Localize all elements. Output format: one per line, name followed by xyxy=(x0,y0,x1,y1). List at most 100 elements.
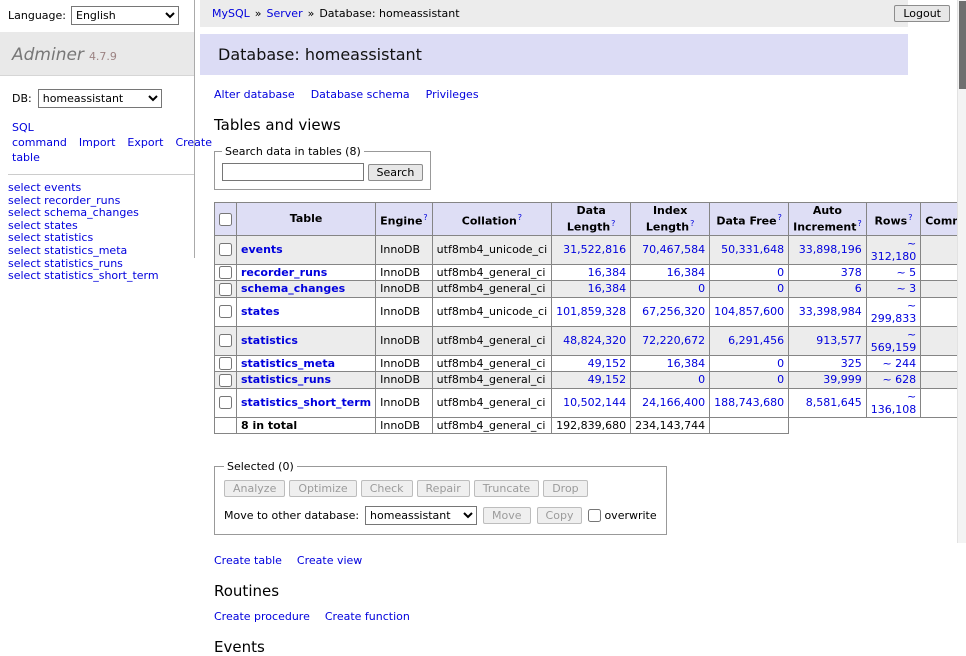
search-input[interactable] xyxy=(222,163,364,181)
data-length-link[interactable]: 101,859,328 xyxy=(556,305,626,318)
scrollbar-thumb[interactable] xyxy=(959,1,966,89)
help-link[interactable]: ? xyxy=(690,219,694,228)
routine-link[interactable]: Create function xyxy=(325,610,410,623)
index-length-link[interactable]: 72,220,672 xyxy=(642,334,705,347)
language-select[interactable]: English xyxy=(71,6,179,25)
column-header[interactable]: Rows? xyxy=(866,203,920,236)
db-action-link[interactable]: Database schema xyxy=(311,88,410,101)
index-length-link[interactable]: 0 xyxy=(698,373,705,386)
table-name-link[interactable]: statistics_runs xyxy=(241,373,331,386)
sidebar-select-link[interactable]: select schema_changes xyxy=(0,207,194,220)
index-length-link[interactable]: 16,384 xyxy=(667,266,706,279)
help-link[interactable]: ? xyxy=(857,219,861,228)
breadcrumb-server-link[interactable]: Server xyxy=(267,7,303,20)
breadcrumb-mysql-link[interactable]: MySQL xyxy=(212,7,250,20)
help-link[interactable]: ? xyxy=(423,213,427,222)
auto-increment-link[interactable]: 33,398,984 xyxy=(799,305,862,318)
help-link[interactable]: ? xyxy=(778,213,782,222)
index-length-link[interactable]: 70,467,584 xyxy=(642,243,705,256)
rows-link[interactable]: ~ 3 xyxy=(896,282,916,295)
table-name-link[interactable]: events xyxy=(241,243,283,256)
data-free-link[interactable]: 188,743,680 xyxy=(714,396,784,409)
analyze-button[interactable]: Analyze xyxy=(224,480,285,497)
data-length-link[interactable]: 31,522,816 xyxy=(563,243,626,256)
data-free-link[interactable]: 0 xyxy=(777,282,784,295)
row-checkbox[interactable] xyxy=(219,396,232,409)
table-name-link[interactable]: recorder_runs xyxy=(241,266,327,279)
app-title[interactable]: Adminer xyxy=(12,45,84,65)
column-header[interactable]: Engine? xyxy=(376,203,433,236)
data-free-link[interactable]: 6,291,456 xyxy=(728,334,784,347)
column-header[interactable]: Auto Increment? xyxy=(789,203,867,236)
data-length-link[interactable]: 16,384 xyxy=(588,282,627,295)
move-button[interactable]: Move xyxy=(483,507,531,524)
check-button[interactable]: Check xyxy=(361,480,413,497)
row-checkbox[interactable] xyxy=(219,374,232,387)
create-link[interactable]: Create view xyxy=(297,554,362,567)
rows-link[interactable]: ~ 5 xyxy=(896,266,916,279)
row-checkbox[interactable] xyxy=(219,334,232,347)
data-length-link[interactable]: 10,502,144 xyxy=(563,396,626,409)
help-link[interactable]: ? xyxy=(908,213,912,222)
create-link[interactable]: Create table xyxy=(214,554,282,567)
column-header[interactable]: Table xyxy=(237,203,376,236)
table-name-link[interactable]: schema_changes xyxy=(241,282,345,295)
data-length-link[interactable]: 49,152 xyxy=(588,373,627,386)
column-header[interactable]: Data Length? xyxy=(552,203,631,236)
sidebar-select-link[interactable]: select statistics_meta xyxy=(0,245,194,258)
data-free-link[interactable]: 104,857,600 xyxy=(714,305,784,318)
rows-link[interactable]: ~ 244 xyxy=(882,357,916,370)
rows-link[interactable]: ~ 628 xyxy=(882,373,916,386)
auto-increment-link[interactable]: 325 xyxy=(841,357,862,370)
sidebar-select-link[interactable]: select statistics_short_term xyxy=(0,270,194,283)
overwrite-checkbox[interactable] xyxy=(588,509,601,522)
help-link[interactable]: ? xyxy=(611,219,615,228)
data-length-link[interactable]: 48,824,320 xyxy=(563,334,626,347)
table-name-link[interactable]: statistics xyxy=(241,334,298,347)
data-free-link[interactable]: 0 xyxy=(777,357,784,370)
help-link[interactable]: ? xyxy=(518,213,522,222)
repair-button[interactable]: Repair xyxy=(417,480,470,497)
index-length-link[interactable]: 67,256,320 xyxy=(642,305,705,318)
truncate-button[interactable]: Truncate xyxy=(474,480,539,497)
table-name-link[interactable]: statistics_short_term xyxy=(241,396,371,409)
column-header[interactable]: Data Free? xyxy=(710,203,789,236)
select-all-checkbox[interactable] xyxy=(219,213,232,226)
optimize-button[interactable]: Optimize xyxy=(289,480,356,497)
index-length-link[interactable]: 0 xyxy=(698,282,705,295)
data-length-link[interactable]: 16,384 xyxy=(588,266,627,279)
row-checkbox[interactable] xyxy=(219,357,232,370)
rows-link[interactable]: ~ 312,180 xyxy=(871,237,917,263)
table-name-link[interactable]: statistics_meta xyxy=(241,357,335,370)
row-checkbox[interactable] xyxy=(219,305,232,318)
row-checkbox[interactable] xyxy=(219,266,232,279)
scrollbar-track[interactable] xyxy=(957,0,966,543)
auto-increment-link[interactable]: 378 xyxy=(841,266,862,279)
rows-link[interactable]: ~ 299,833 xyxy=(871,299,917,325)
db-action-link[interactable]: Alter database xyxy=(214,88,295,101)
sidebar-tool-link[interactable]: Import xyxy=(79,136,116,149)
move-db-select[interactable]: homeassistant xyxy=(365,506,477,525)
data-free-link[interactable]: 50,331,648 xyxy=(721,243,784,256)
logout-button[interactable]: Logout xyxy=(894,5,950,22)
copy-button[interactable]: Copy xyxy=(537,507,583,524)
data-length-link[interactable]: 49,152 xyxy=(588,357,627,370)
rows-link[interactable]: ~ 136,108 xyxy=(871,390,917,416)
auto-increment-link[interactable]: 39,999 xyxy=(823,373,862,386)
auto-increment-link[interactable]: 8,581,645 xyxy=(806,396,862,409)
sidebar-tool-link[interactable]: Export xyxy=(127,136,163,149)
row-checkbox[interactable] xyxy=(219,243,232,256)
rows-link[interactable]: ~ 569,159 xyxy=(871,328,917,354)
routine-link[interactable]: Create procedure xyxy=(214,610,310,623)
column-header[interactable]: Collation? xyxy=(432,203,551,236)
db-select[interactable]: homeassistant xyxy=(38,89,162,108)
sidebar-tool-link[interactable]: SQL command xyxy=(12,121,67,149)
data-free-link[interactable]: 0 xyxy=(777,373,784,386)
table-name-link[interactable]: states xyxy=(241,305,280,318)
db-action-link[interactable]: Privileges xyxy=(426,88,479,101)
auto-increment-link[interactable]: 6 xyxy=(855,282,862,295)
auto-increment-link[interactable]: 33,898,196 xyxy=(799,243,862,256)
auto-increment-link[interactable]: 913,577 xyxy=(816,334,862,347)
sidebar-select-link[interactable]: select events xyxy=(0,182,194,195)
search-button[interactable]: Search xyxy=(368,164,424,181)
